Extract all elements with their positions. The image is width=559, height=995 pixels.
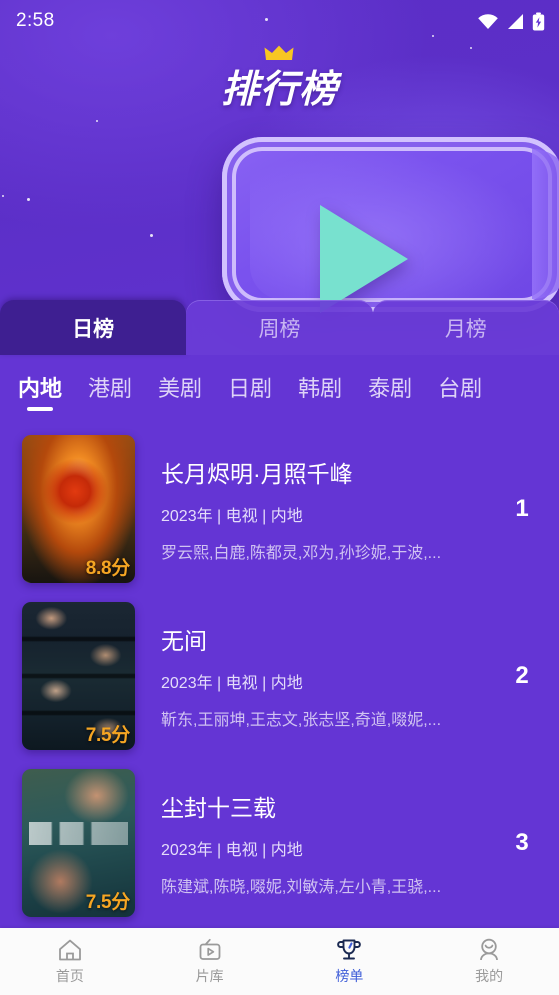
star-dot: [2, 195, 4, 197]
nav-item-home[interactable]: 首页: [0, 928, 140, 995]
bottom-navigation: 首页 片库 榜单 我的: [0, 928, 559, 995]
status-bar: 2:58: [0, 0, 559, 42]
item-title: 长月烬明·月照千峰: [161, 460, 353, 487]
tab-weekly-label: 周榜: [258, 317, 301, 341]
page-title: 排行榜: [220, 45, 338, 113]
nav-label-ranking: 榜单: [335, 967, 364, 984]
rating-badge: 7.5分: [85, 891, 131, 913]
item-cast: 陈建斌,陈晓,啜妮,刘敏涛,左小青,王骁,...: [161, 878, 442, 896]
tab-daily-label: 日榜: [72, 317, 115, 341]
poster-thumbnail[interactable]: 8.8分: [22, 434, 135, 583]
status-icons: [477, 12, 545, 31]
rating-badge: 7.5分: [85, 724, 131, 746]
item-meta: 长月烬明·月照千峰 2023年 | 电视 | 内地 罗云熙,白鹿,陈都灵,邓为,…: [135, 455, 501, 563]
poster-thumbnail[interactable]: 7.5分: [22, 601, 135, 750]
rank-number: 1: [515, 494, 529, 522]
crown-icon: [264, 45, 294, 60]
rank-number: 2: [515, 661, 529, 689]
item-cast: 靳东,王丽坤,王志文,张志坚,奇道,啜妮,...: [161, 711, 442, 729]
category-label: 韩剧: [298, 375, 343, 401]
play-triangle-icon: [320, 205, 408, 313]
category-taiwan[interactable]: 台剧: [438, 371, 482, 410]
rank-number: 3: [515, 828, 529, 856]
star-dot: [470, 47, 472, 49]
item-cast: 罗云熙,白鹿,陈都灵,邓为,孙珍妮,于波,...: [161, 544, 442, 562]
nav-label-profile: 我的: [475, 967, 504, 984]
category-mainland[interactable]: 内地: [18, 371, 62, 410]
category-us[interactable]: 美剧: [158, 371, 202, 410]
category-japan[interactable]: 日剧: [228, 371, 272, 410]
list-item[interactable]: 7.5分 无间 2023年 | 电视 | 内地 靳东,王丽坤,王志文,张志坚,奇…: [0, 592, 559, 759]
home-icon: [58, 939, 81, 960]
person-icon: [480, 938, 499, 960]
category-label: 日剧: [228, 375, 273, 401]
list-item[interactable]: 7.5分 尘封十三载 2023年 | 电视 | 内地 陈建斌,陈晓,啜妮,刘敏涛…: [0, 759, 559, 926]
page-title-wrap: 排行榜: [0, 45, 559, 113]
star-dot: [27, 198, 30, 201]
item-subtitle: 2023年 | 电视 | 内地: [161, 507, 303, 525]
nav-item-profile[interactable]: 我的: [419, 928, 559, 995]
star-dot: [150, 234, 153, 237]
tab-daily[interactable]: 日榜: [0, 300, 187, 355]
poster-thumbnail[interactable]: 7.5分: [22, 768, 135, 917]
wifi-icon: [478, 13, 498, 29]
trophy-icon: [337, 939, 362, 959]
category-label: 台剧: [438, 375, 483, 401]
star-dot: [96, 120, 98, 122]
tab-monthly-label: 月榜: [444, 317, 487, 341]
category-label: 港剧: [88, 375, 133, 401]
category-hongkong[interactable]: 港剧: [88, 371, 132, 410]
category-label: 内地: [18, 375, 63, 401]
item-subtitle: 2023年 | 电视 | 内地: [161, 674, 303, 692]
period-tab-bar: 日榜 周榜 月榜: [0, 300, 559, 355]
item-meta: 无间 2023年 | 电视 | 内地 靳东,王丽坤,王志文,张志坚,奇道,啜妮,…: [135, 622, 501, 730]
page-title-text: 排行榜: [220, 69, 338, 111]
ranking-list[interactable]: 8.8分 长月烬明·月照千峰 2023年 | 电视 | 内地 罗云熙,白鹿,陈都…: [0, 425, 559, 928]
category-filter-row[interactable]: 内地 港剧 美剧 日剧 韩剧 泰剧 台剧: [0, 355, 559, 425]
nav-label-library: 片库: [195, 967, 224, 984]
category-korea[interactable]: 韩剧: [298, 371, 342, 410]
list-item[interactable]: 8.8分 长月烬明·月照千峰 2023年 | 电视 | 内地 罗云熙,白鹿,陈都…: [0, 425, 559, 592]
battery-charging-icon: [532, 12, 545, 30]
item-title: 尘封十三载: [161, 794, 276, 821]
status-clock: 2:58: [16, 10, 55, 31]
rating-badge: 8.8分: [85, 557, 131, 579]
category-label: 泰剧: [368, 375, 413, 401]
item-title: 无间: [161, 627, 207, 654]
tab-monthly[interactable]: 月榜: [372, 300, 559, 355]
tab-weekly[interactable]: 周榜: [186, 300, 373, 355]
signal-icon: [508, 13, 523, 29]
nav-item-ranking[interactable]: 榜单: [280, 928, 420, 995]
item-subtitle: 2023年 | 电视 | 内地: [161, 841, 303, 859]
nav-label-home: 首页: [55, 967, 84, 984]
category-label: 美剧: [158, 375, 203, 401]
item-meta: 尘封十三载 2023年 | 电视 | 内地 陈建斌,陈晓,啜妮,刘敏涛,左小青,…: [135, 789, 501, 897]
category-thailand[interactable]: 泰剧: [368, 371, 412, 410]
tv-library-icon: [199, 938, 221, 960]
nav-item-library[interactable]: 片库: [140, 928, 280, 995]
